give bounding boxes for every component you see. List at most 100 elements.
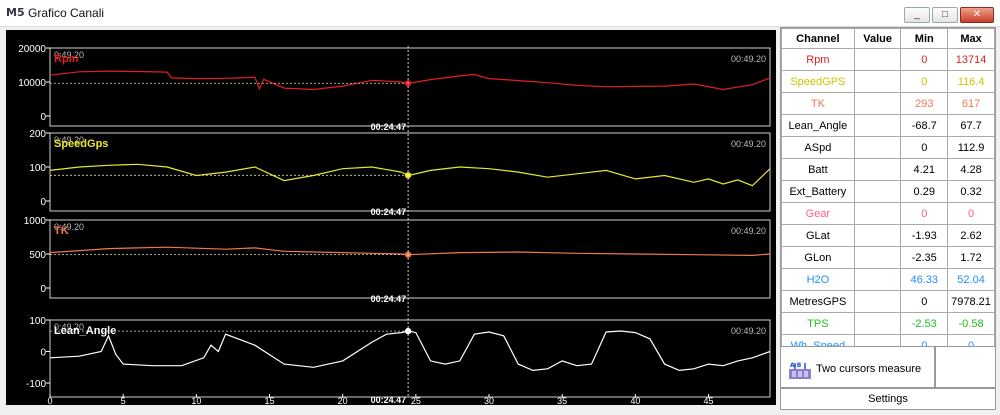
x-tick-label: 35 [557, 396, 567, 405]
cell-value [853, 202, 902, 225]
cell-channel: ASpd [781, 136, 855, 159]
x-tick-label: 20 [338, 396, 348, 405]
cell-max: 112.9 [947, 136, 995, 159]
cell-min: -68.7 [900, 114, 949, 137]
y-tick-label: 0 [40, 112, 46, 123]
table-row[interactable]: Batt 4.21 4.28 [781, 158, 995, 181]
cursor-measure-box[interactable]: A B Two cursors measure [780, 346, 935, 388]
table-row[interactable]: TK 293 617 [781, 92, 995, 115]
chart-frame-rpm [49, 47, 771, 127]
cell-max: 52.04 [947, 268, 995, 291]
channel-table: Channel Value Min Max Rpm 0 13714 SpeedGPS 0… [781, 28, 995, 379]
two-cursors-icon-letters: A B [790, 362, 802, 369]
cell-value [853, 224, 902, 247]
cell-max: 67.7 [947, 114, 995, 137]
chart-channel-name: SpeedGps [54, 138, 108, 150]
column-header-min[interactable]: Min [900, 28, 949, 49]
chart-channel-name: TK [54, 225, 69, 237]
cell-value [853, 92, 902, 115]
cell-max: 2.62 [947, 224, 995, 247]
cell-channel: Rpm [781, 48, 855, 71]
cell-max: -0.58 [947, 312, 995, 335]
chart-right-time: 00:49.20 [731, 326, 766, 336]
chart-channel-name: Rpm [54, 53, 79, 65]
close-button[interactable]: ✕ [960, 7, 994, 23]
table-row[interactable]: Rpm 0 13714 [781, 48, 995, 71]
cell-min: 293 [900, 92, 949, 115]
y-tick-label: 10000 [18, 78, 46, 89]
cell-value [853, 312, 902, 335]
table-row[interactable]: Lean_Angle -68.7 67.7 [781, 114, 995, 137]
cell-channel: Batt [781, 158, 855, 181]
y-tick-label: 200 [29, 129, 46, 140]
column-header-channel[interactable]: Channel [781, 28, 855, 49]
cursor-time-label: 00:24.47 [371, 207, 407, 217]
settings-button[interactable]: Settings [780, 388, 996, 410]
table-row[interactable]: Ext_Battery 0.29 0.32 [781, 180, 995, 203]
cursor-time-label: 00:24.47 [371, 122, 407, 132]
cell-value [853, 246, 902, 269]
cell-max: 1.72 [947, 246, 995, 269]
cell-max: 4.28 [947, 158, 995, 181]
cell-min: 0 [900, 290, 949, 313]
minimize-button[interactable]: _ [904, 7, 930, 23]
two-cursors-icon: A B [789, 362, 811, 379]
series-line-rpm [49, 70, 771, 91]
table-row[interactable]: TPS -2.53 -0.58 [781, 312, 995, 335]
cell-value [853, 136, 902, 159]
table-row[interactable]: SpeedGPS 0 116.4 [781, 70, 995, 93]
channel-table-body: Rpm 0 13714 SpeedGPS 0 116.4 TK 293 617 Lean_Angl… [781, 48, 995, 379]
y-tick-label: 0 [40, 284, 46, 295]
window-title: Grafico Canali [28, 6, 105, 20]
chart-right-time: 00:49.20 [731, 139, 766, 149]
maximize-button[interactable]: □ [932, 7, 958, 23]
cursor-time-label: 00:24.47 [371, 294, 407, 304]
title-bar: M5 Grafico Canali _ □ ✕ [0, 0, 1000, 27]
cell-channel: Lean_Angle [781, 114, 855, 137]
cell-min: 0 [900, 70, 949, 93]
cell-max: 0 [947, 202, 995, 225]
cell-min: -1.93 [900, 224, 949, 247]
x-tick-label: 5 [121, 396, 126, 405]
table-row[interactable]: GLon -2.35 1.72 [781, 246, 995, 269]
table-row[interactable]: GLat -1.93 2.62 [781, 224, 995, 247]
table-row[interactable]: Gear 0 0 [781, 202, 995, 225]
y-tick-label: 0 [40, 348, 46, 359]
cell-channel: SpeedGPS [781, 70, 855, 93]
table-row[interactable]: H2O 46.33 52.04 [781, 268, 995, 291]
cell-value [853, 48, 902, 71]
x-tick-label: 10 [191, 396, 201, 405]
cell-min: 0 [900, 202, 949, 225]
cell-value [853, 114, 902, 137]
app-logo-icon: M5 [6, 6, 25, 19]
cell-min: 4.21 [900, 158, 949, 181]
cell-channel: Ext_Battery [781, 180, 855, 203]
channel-charts[interactable]: 200001000000:49.20 00:49.20Rpm00:24.47200… [6, 30, 776, 405]
cell-max: 7978.21 [947, 290, 995, 313]
cell-min: 0.29 [900, 180, 949, 203]
cursor-time-label: 00:24.47 [371, 395, 407, 405]
channel-table-panel: Channel Value Min Max Rpm 0 13714 SpeedGPS 0… [780, 27, 996, 380]
cell-min: 0 [900, 136, 949, 159]
two-cursors-measure-label: Two cursors measure [816, 363, 922, 375]
cell-value [853, 70, 902, 93]
x-tick-label: 15 [265, 396, 275, 405]
x-tick-label: 40 [630, 396, 640, 405]
cell-channel: GLat [781, 224, 855, 247]
column-header-max[interactable]: Max [947, 28, 995, 49]
x-tick-label: 30 [484, 396, 494, 405]
chart-right-time: 00:49.20 [731, 54, 766, 64]
cell-value [853, 290, 902, 313]
y-tick-label: 100 [29, 316, 46, 327]
cell-channel: Gear [781, 202, 855, 225]
cell-max: 13714 [947, 48, 995, 71]
table-row[interactable]: ASpd 0 112.9 [781, 136, 995, 159]
table-row[interactable]: MetresGPS 0 7978.21 [781, 290, 995, 313]
x-tick-label: 0 [47, 396, 52, 405]
cell-min: -2.35 [900, 246, 949, 269]
cell-max: 0.32 [947, 180, 995, 203]
cell-min: 46.33 [900, 268, 949, 291]
cell-channel: TPS [781, 312, 855, 335]
y-tick-label: 500 [29, 250, 46, 261]
column-header-value[interactable]: Value [853, 28, 902, 49]
